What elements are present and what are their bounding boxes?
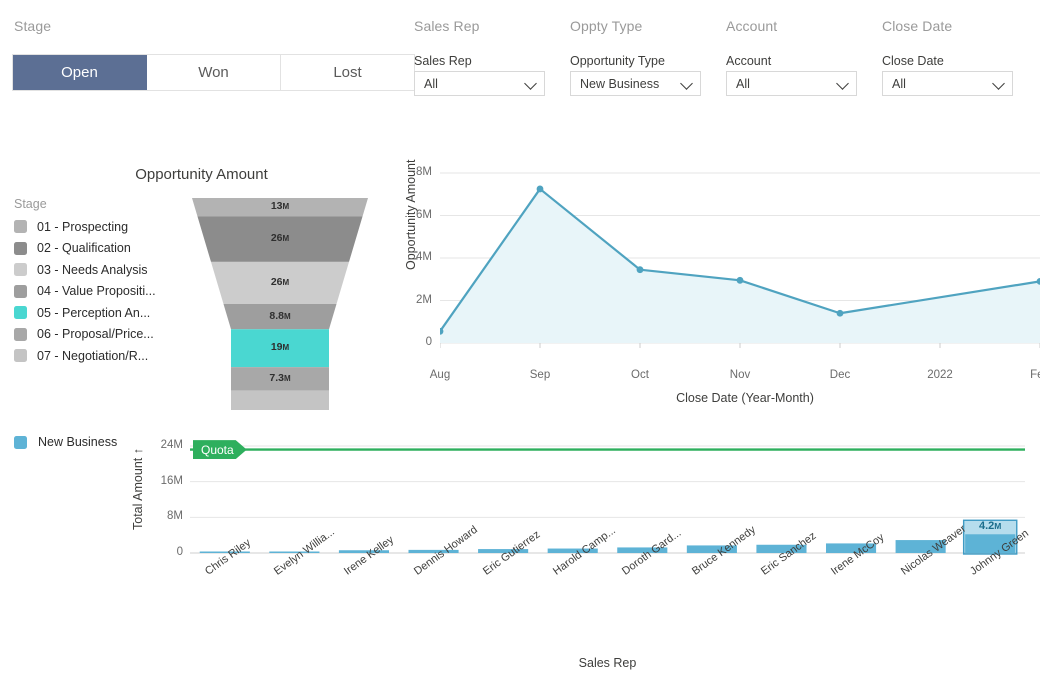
funnel-legend-item-7[interactable]: 07 - Negotiation/R... bbox=[14, 345, 156, 367]
bar-chart-x-axis-label: Sales Rep bbox=[578, 656, 637, 670]
filter-label-opportunity-type: Opportunity Type bbox=[570, 54, 665, 68]
funnel-segment-7[interactable] bbox=[231, 390, 329, 410]
chevron-down-icon bbox=[836, 76, 849, 90]
select-value-close-date: All bbox=[892, 76, 906, 91]
legend-label: 05 - Perception An... bbox=[37, 305, 151, 320]
select-sales-rep[interactable]: All bbox=[414, 71, 545, 96]
funnel-segment-6[interactable] bbox=[231, 367, 329, 391]
line-chart-y-tick: 6M bbox=[416, 208, 432, 221]
legend-label: 03 - Needs Analysis bbox=[37, 262, 148, 277]
filter-label-sales-rep: Sales Rep bbox=[414, 54, 472, 68]
filter-label-close-date: Close Date bbox=[882, 54, 944, 68]
stage-option-lost[interactable]: Lost bbox=[281, 55, 414, 90]
line-chart-x-tick: Feb bbox=[1030, 369, 1040, 381]
select-value-sales-rep: All bbox=[424, 76, 438, 91]
legend-label: 01 - Prospecting bbox=[37, 219, 129, 234]
funnel-segment-4[interactable] bbox=[223, 304, 337, 330]
select-close-date[interactable]: All bbox=[882, 71, 1013, 96]
line-chart-x-tick: Aug bbox=[429, 369, 451, 381]
line-chart-x-tick: Oct bbox=[631, 369, 649, 381]
select-value-account: All bbox=[736, 76, 750, 91]
filter-title-account: Account bbox=[726, 18, 778, 34]
select-opportunity-type[interactable]: New Business bbox=[570, 71, 701, 96]
bar-chart-y-tick: 24M bbox=[160, 439, 183, 451]
legend-swatch bbox=[14, 349, 27, 363]
filter-title-sales-rep: Sales Rep bbox=[414, 18, 480, 34]
stage-segmented-control[interactable]: Open Won Lost bbox=[12, 54, 415, 91]
line-chart-y-tick: 0 bbox=[425, 336, 432, 348]
filter-title-oppty-type: Oppty Type bbox=[570, 18, 643, 34]
select-account[interactable]: All bbox=[726, 71, 857, 96]
filter-title-stage: Stage bbox=[14, 18, 52, 34]
filter-title-close-date: Close Date bbox=[882, 18, 953, 34]
dashboard-page: Stage Open Won Lost Sales Rep Sales Rep … bbox=[0, 0, 1040, 684]
filter-sales-rep: Sales Rep All bbox=[414, 54, 545, 96]
stage-option-won[interactable]: Won bbox=[147, 55, 281, 90]
line-chart-x-tick: 2022 bbox=[927, 369, 953, 381]
line-chart-x-tick: Sep bbox=[529, 369, 551, 381]
line-chart-y-tick: 4M bbox=[416, 251, 432, 263]
filter-close-date: Close Date All bbox=[882, 54, 1013, 96]
legend-label: 07 - Negotiation/R... bbox=[37, 348, 149, 363]
line-chart-x-axis-label: Close Date (Year-Month) bbox=[676, 391, 814, 405]
line-chart-point-Dec[interactable] bbox=[836, 309, 844, 317]
funnel-segment-5[interactable] bbox=[231, 329, 329, 368]
bar-chart-y-tick: 0 bbox=[176, 546, 183, 558]
line-chart-y-tick: 2M bbox=[416, 293, 432, 306]
filter-opportunity-type: Opportunity Type New Business bbox=[570, 54, 701, 96]
select-value-opportunity-type: New Business bbox=[580, 76, 660, 91]
line-chart-plot[interactable] bbox=[440, 165, 1040, 365]
line-chart-point-Oct[interactable] bbox=[636, 266, 644, 274]
line-chart-point-Sep[interactable] bbox=[536, 185, 544, 193]
line-chart-x-tick: Dec bbox=[829, 369, 851, 381]
line-chart-area-fill bbox=[440, 188, 1040, 343]
chevron-down-icon bbox=[524, 76, 537, 90]
line-chart-x-tick: Nov bbox=[729, 369, 751, 381]
stage-option-open[interactable]: Open bbox=[13, 55, 147, 90]
line-chart-y-tick: 8M bbox=[416, 166, 432, 178]
legend-swatch bbox=[14, 220, 27, 234]
legend-swatch bbox=[14, 263, 27, 277]
filter-label-account: Account bbox=[726, 54, 772, 68]
quota-flag-label[interactable]: Quota bbox=[193, 440, 247, 459]
line-chart-point-Nov[interactable] bbox=[736, 276, 744, 284]
legend-swatch bbox=[14, 306, 27, 320]
filter-account: Account All bbox=[726, 54, 857, 96]
chevron-down-icon bbox=[992, 76, 1005, 90]
bar-chart-y-tick: 8M bbox=[167, 510, 183, 523]
chevron-down-icon bbox=[680, 76, 693, 90]
bar-chart-y-tick: 16M bbox=[160, 474, 183, 487]
